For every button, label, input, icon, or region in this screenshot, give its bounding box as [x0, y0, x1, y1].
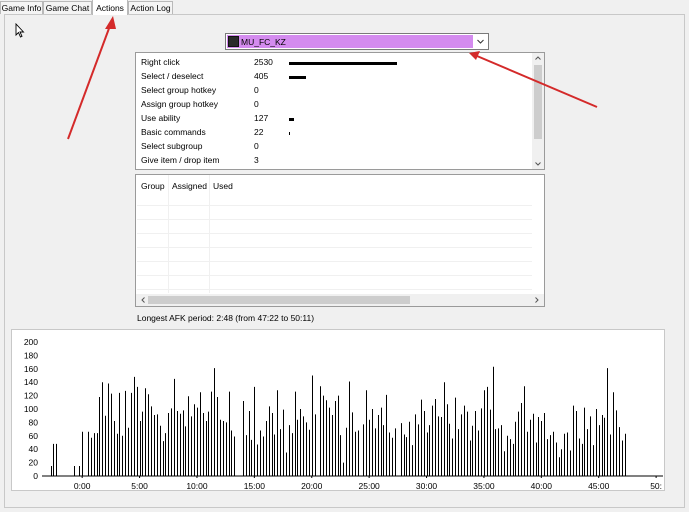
row-divider	[137, 261, 532, 262]
apm-chart: 0 20 40 60 80 100 120 140 160 180 200 0:00 5:00 10:00…	[11, 329, 665, 491]
y-tick-label: 100	[24, 404, 38, 414]
stat-row: Right click 2530	[141, 57, 531, 69]
y-tick-label: 20	[29, 458, 39, 468]
stat-row: Assign group hotkey 0	[141, 99, 531, 111]
x-tick-label: 20:00	[301, 481, 323, 490]
x-tick-label: 15:00	[244, 481, 266, 490]
stat-label: Assign group hotkey	[141, 99, 219, 109]
row-divider	[137, 289, 532, 290]
column-header-used[interactable]: Used	[213, 181, 233, 191]
chevron-up-icon[interactable]	[534, 54, 542, 62]
stat-label: Select / deselect	[141, 71, 204, 81]
stat-bar	[289, 62, 397, 65]
chevron-down-icon[interactable]	[534, 160, 542, 168]
stat-value: 3	[254, 155, 259, 165]
stat-bar	[289, 118, 294, 121]
stat-value: 0	[254, 99, 259, 109]
column-header-group[interactable]: Group	[141, 181, 165, 191]
group-horizontal-scrollbar[interactable]	[136, 294, 544, 306]
stat-row: Select subgroup 0	[141, 141, 531, 153]
stat-label: Right click	[141, 57, 180, 67]
y-tick-label: 140	[24, 377, 38, 387]
x-tick-label: 30:00	[416, 481, 438, 490]
stat-row: Select / deselect 405	[141, 71, 531, 83]
tab-game-info[interactable]: Game Info	[0, 1, 43, 14]
stat-bar	[289, 76, 306, 79]
row-divider	[137, 205, 532, 206]
stat-row: Use ability 127	[141, 113, 531, 125]
action-stats-list[interactable]: Right click 2530 Select / deselect 405 Sel…	[135, 52, 545, 170]
group-scroll-thumb[interactable]	[148, 296, 410, 304]
afk-period-text: Longest AFK period: 2:48 (from 47:22 to …	[137, 313, 315, 323]
stat-value: 22	[254, 127, 264, 137]
y-tick-label: 0	[33, 471, 38, 481]
stats-vertical-scrollbar[interactable]	[532, 53, 544, 169]
stat-label: Give item / drop item	[141, 155, 220, 165]
tab-bar: Game Info Game Chat Actions Action Log	[0, 0, 689, 15]
y-tick-label: 120	[24, 391, 38, 401]
y-tick-label: 80	[29, 417, 39, 427]
stat-value: 0	[254, 85, 259, 95]
stat-label: Select group hotkey	[141, 85, 217, 95]
group-hotkey-table[interactable]: Group Assigned Used	[135, 174, 545, 307]
x-tick-label: 5:00	[131, 481, 148, 490]
chevron-right-icon[interactable]	[533, 296, 541, 304]
stat-value: 0	[254, 141, 259, 151]
x-tick-label: 10:00	[186, 481, 208, 490]
row-divider	[137, 247, 532, 248]
tab-game-chat[interactable]: Game Chat	[43, 1, 92, 14]
stat-bar	[289, 132, 290, 135]
tab-action-log[interactable]: Action Log	[128, 1, 173, 14]
apm-chart-svg: 0 20 40 60 80 100 120 140 160 180 200 0:00 5:00 10:00…	[24, 337, 663, 491]
stat-value: 405	[254, 71, 269, 81]
stat-value: 127	[254, 113, 269, 123]
row-divider	[137, 275, 532, 276]
x-tick-label: 50:	[650, 481, 662, 490]
stats-scroll-thumb[interactable]	[534, 65, 542, 139]
x-tick-label: 25:00	[359, 481, 381, 490]
mouse-cursor-icon	[15, 23, 25, 38]
row-divider	[137, 233, 532, 234]
y-tick-label: 180	[24, 350, 38, 360]
player-avatar-icon	[228, 36, 239, 47]
player-select-selected: MU_FC_KZ	[227, 35, 473, 48]
stat-label: Select subgroup	[141, 141, 203, 151]
chevron-left-icon[interactable]	[139, 296, 147, 304]
stat-label: Use ability	[141, 113, 181, 123]
stat-value: 2530	[254, 57, 273, 67]
column-header-assigned[interactable]: Assigned	[172, 181, 207, 191]
stat-label: Basic commands	[141, 127, 206, 137]
x-tick-label: 40:00	[531, 481, 553, 490]
x-tick-label: 0:00	[74, 481, 91, 490]
y-tick-label: 200	[24, 337, 38, 347]
y-tick-label: 40	[29, 444, 39, 454]
stat-row: Basic commands 22	[141, 127, 531, 139]
row-divider	[137, 219, 532, 220]
player-name: MU_FC_KZ	[241, 36, 286, 47]
x-tick-label: 35:00	[473, 481, 495, 490]
player-select-dropdown[interactable]: MU_FC_KZ	[225, 33, 489, 50]
chevron-down-icon[interactable]	[476, 37, 485, 46]
y-tick-label: 60	[29, 431, 39, 441]
stat-row: Select group hotkey 0	[141, 85, 531, 97]
x-tick-label: 45:00	[588, 481, 610, 490]
y-tick-label: 160	[24, 364, 38, 374]
stat-row: Give item / drop item 3	[141, 155, 531, 167]
tab-actions[interactable]: Actions	[92, 0, 128, 15]
